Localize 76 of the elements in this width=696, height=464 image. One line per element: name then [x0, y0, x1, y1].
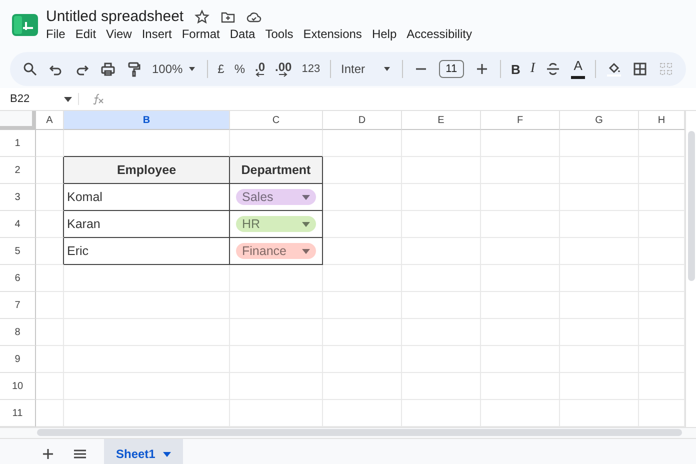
table-cell-text: Eric — [66, 244, 89, 258]
currency-button[interactable]: £ — [218, 62, 224, 76]
row-header[interactable]: 9 — [0, 346, 36, 373]
font-dropdown[interactable]: Inter — [341, 62, 392, 76]
column-header[interactable]: D — [323, 111, 402, 130]
menu-item[interactable]: Data — [224, 26, 260, 42]
empty-cell[interactable] — [36, 238, 64, 265]
row-header[interactable]: 2 — [0, 157, 36, 184]
add-sheet-icon[interactable] — [40, 446, 56, 462]
arrow-icon — [255, 72, 265, 76]
caret-icon — [302, 222, 310, 226]
star-icon[interactable] — [194, 8, 210, 24]
caret-icon — [163, 452, 172, 456]
print-icon[interactable] — [100, 61, 116, 77]
menu-item[interactable]: Extensions — [298, 26, 367, 42]
strikethrough-icon[interactable] — [545, 61, 562, 77]
caret-icon — [302, 194, 310, 200]
font-size-field[interactable]: 11 — [438, 60, 464, 78]
caret-icon — [382, 66, 392, 72]
paint-roller-icon[interactable] — [126, 61, 142, 77]
fill-color-icon[interactable] — [606, 61, 622, 77]
scrollbar-thumb[interactable] — [688, 131, 695, 281]
increase-decimals-button[interactable]: .00 — [275, 62, 292, 76]
column-header[interactable]: C — [230, 111, 323, 130]
menu-item[interactable]: Accessibility — [402, 26, 477, 42]
scrollbar-thumb[interactable] — [37, 429, 682, 436]
column-header[interactable]: F — [481, 111, 560, 130]
dropdown-chip[interactable]: Sales — [236, 189, 316, 205]
zoom-dropdown[interactable]: 100% — [152, 62, 197, 76]
row-header[interactable]: 8 — [0, 319, 36, 346]
row-header[interactable]: 7 — [0, 292, 36, 319]
menu-item[interactable]: View — [101, 26, 137, 42]
table-cell-text: Karan — [66, 217, 100, 231]
menu-item[interactable]: File — [46, 26, 70, 42]
table-cell-text: Komal — [66, 190, 102, 204]
number-format-button[interactable]: 123 — [302, 63, 320, 75]
percent-button[interactable]: % — [234, 62, 245, 76]
merge-cells-icon[interactable] — [658, 61, 674, 77]
column-header[interactable]: H — [639, 111, 685, 130]
sheet-tab[interactable]: Sheet1 — [104, 439, 184, 464]
menu-item[interactable]: Edit — [70, 26, 102, 42]
row-header[interactable]: 10 — [0, 373, 36, 400]
column-header[interactable]: A — [36, 111, 64, 130]
header-cell: Department — [230, 157, 323, 184]
borders-icon[interactable] — [632, 61, 648, 77]
select-all-corner[interactable] — [0, 111, 36, 130]
column-header[interactable]: B — [64, 111, 230, 130]
document-title[interactable]: Untitled spreadsheet — [46, 8, 184, 25]
search-icon[interactable] — [22, 61, 38, 77]
text-color-button[interactable]: A — [571, 60, 586, 78]
row-header[interactable]: 1 — [0, 130, 36, 157]
empty-cell[interactable] — [36, 211, 64, 238]
caret-icon — [302, 248, 310, 254]
caret-icon — [186, 66, 197, 72]
column-header[interactable]: G — [560, 111, 639, 130]
column-header[interactable]: E — [402, 111, 481, 130]
header-cell: Employee — [64, 157, 230, 184]
row-header[interactable]: 3 — [0, 184, 36, 211]
bold-button[interactable]: B — [511, 62, 520, 76]
row-header[interactable]: 5 — [0, 238, 36, 265]
dropdown-chip[interactable]: Finance — [236, 243, 316, 259]
row-header[interactable]: 4 — [0, 211, 36, 238]
empty-cell[interactable] — [36, 184, 64, 211]
function-icon — [91, 93, 105, 105]
row-header[interactable]: 6 — [0, 265, 36, 292]
decrease-decimals-button[interactable]: .0 — [255, 62, 266, 76]
caret-icon — [64, 96, 72, 102]
menu-item[interactable]: Format — [176, 26, 225, 42]
name-box[interactable]: B22 — [0, 93, 79, 105]
italic-button[interactable]: I — [530, 61, 536, 77]
menu-item[interactable]: Tools — [260, 26, 298, 42]
arrow-icon — [278, 72, 288, 76]
menu-item[interactable]: Help — [366, 26, 402, 42]
sheets-logo[interactable] — [12, 14, 38, 36]
dropdown-chip[interactable]: HR — [236, 216, 316, 232]
menu-item[interactable]: Insert — [136, 26, 177, 42]
